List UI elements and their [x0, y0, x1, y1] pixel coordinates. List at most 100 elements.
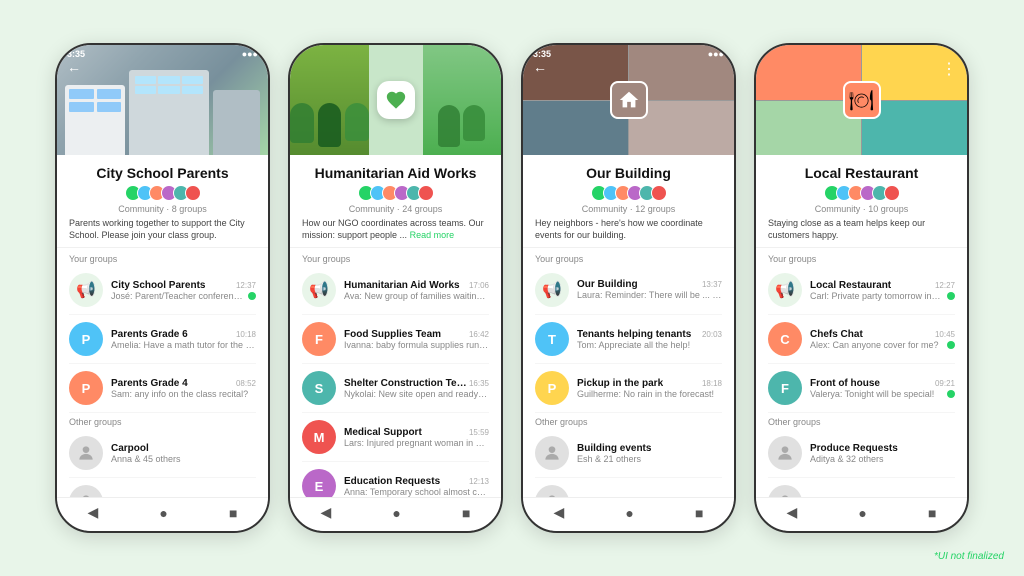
group-content: Parents Grade 408:52Sam: any info on the…	[111, 378, 256, 399]
group-preview: Sam: any info on the class recital?	[111, 389, 248, 399]
group-item[interactable]: SShelter Construction Team16:35Nykolai: …	[290, 366, 501, 410]
community-info: Our BuildingCommunity · 12 groupsHey nei…	[523, 155, 734, 248]
group-preview: Nykolai: New site open and ready for ...	[344, 389, 489, 399]
group-item[interactable]: 📢Humanitarian Aid Works17:06Ava: New gro…	[290, 268, 501, 312]
community-meta: Community · 10 groups	[768, 204, 955, 214]
group-time: 17:06	[469, 281, 489, 290]
group-name: Parents Grade 4	[111, 378, 188, 389]
nav-button[interactable]: ■	[928, 505, 936, 521]
disclaimer-text: *UI not finalized	[934, 551, 1004, 562]
read-more-link[interactable]: Read more	[407, 230, 454, 240]
group-item[interactable]: Parents Grade 5	[57, 480, 268, 497]
nav-bar: ◀ ● ■	[756, 497, 967, 531]
more-button[interactable]: ⋮	[941, 59, 957, 79]
nav-bar: ◀ ● ■	[57, 497, 268, 531]
groups-section: Your groups📢City School Parents12:37José…	[57, 248, 268, 497]
unread-dot	[947, 292, 955, 300]
group-name: Building events	[577, 443, 651, 454]
group-content: Food Supplies Team16:42Ivanna: baby form…	[344, 329, 489, 350]
group-item[interactable]: FFood Supplies Team16:42Ivanna: baby for…	[290, 317, 501, 361]
header-image: 3:35●●●←	[57, 45, 268, 155]
phones-container: 3:35●●●←City School ParentsCommunity · 8…	[0, 23, 1024, 553]
group-preview: Amelia: Have a math tutor for the upco..…	[111, 340, 256, 350]
community-title: City School Parents	[69, 165, 256, 181]
group-preview: José: Parent/Teacher conferences ...	[111, 291, 244, 301]
group-name: Tenants helping tenants	[577, 329, 691, 340]
group-time: 20:03	[702, 330, 722, 339]
group-time: 16:35	[469, 379, 489, 388]
nav-button[interactable]: ◀	[787, 504, 798, 521]
group-item[interactable]: Produce RequestsAditya & 32 others	[756, 431, 967, 475]
group-item[interactable]: Dog owners	[523, 480, 734, 497]
unread-dot	[947, 341, 955, 349]
nav-bar: ◀ ● ■	[523, 497, 734, 531]
group-name: Front of house	[810, 378, 880, 389]
group-preview: Laura: Reminder: There will be ... 📌	[577, 290, 722, 301]
group-item[interactable]: 📢City School Parents12:37José: Parent/Te…	[57, 268, 268, 312]
phone-city-school: 3:35●●●←City School ParentsCommunity · 8…	[55, 43, 270, 533]
group-name: Produce Requests	[810, 443, 898, 454]
group-content: Chefs Chat10:45Alex: Can anyone cover fo…	[810, 329, 955, 350]
group-content: City School Parents12:37José: Parent/Tea…	[111, 280, 256, 301]
group-preview: Lars: Injured pregnant woman in need ...	[344, 438, 489, 448]
nav-button[interactable]: ●	[159, 505, 167, 521]
group-name: Parents Grade 6	[111, 329, 188, 340]
group-content: CarpoolAnna & 45 others	[111, 443, 256, 464]
nav-button[interactable]: ■	[229, 505, 237, 521]
group-item[interactable]: EEducation Requests12:13Anna: Temporary …	[290, 464, 501, 497]
group-time: 12:13	[469, 477, 489, 486]
header-image: 3:35●●●←	[523, 45, 734, 155]
group-content: Parents Grade 6 10:18Amelia: Have a math …	[111, 329, 256, 350]
nav-button[interactable]: ◀	[554, 504, 565, 521]
nav-button[interactable]: ■	[462, 505, 470, 521]
groups-section: Your groups📢Local Restaurant12:27Carl: P…	[756, 248, 967, 497]
nav-button[interactable]: ●	[858, 505, 866, 521]
group-item[interactable]: Building eventsEsh & 21 others	[523, 431, 734, 475]
group-item[interactable]: 📢Our Building13:37Laura: Reminder: There…	[523, 268, 734, 312]
group-preview: Aditya & 32 others	[810, 454, 884, 464]
group-preview: Esh & 21 others	[577, 454, 641, 464]
group-time: 16:42	[469, 330, 489, 339]
group-item[interactable]: CChefs Chat10:45Alex: Can anyone cover f…	[756, 317, 967, 361]
group-content: Our Building13:37Laura: Reminder: There …	[577, 279, 722, 301]
your-groups-label: Your groups	[756, 254, 967, 268]
community-description: Parents working together to support the …	[69, 218, 256, 241]
unread-dot	[248, 292, 256, 300]
community-description: How our NGO coordinates across teams. Ou…	[302, 218, 489, 241]
group-preview: Valerya: Tonight will be special!	[810, 389, 934, 399]
group-content: Building eventsEsh & 21 others	[577, 443, 722, 464]
other-groups-label: Other groups	[756, 417, 967, 431]
group-content: Local Restaurant12:27Carl: Private party…	[810, 280, 955, 301]
your-groups-label: Your groups	[290, 254, 501, 268]
nav-button[interactable]: ◀	[321, 504, 332, 521]
community-info: City School ParentsCommunity · 8 groupsP…	[57, 155, 268, 248]
nav-button[interactable]: ◀	[88, 504, 99, 521]
group-item[interactable]: TTenants helping tenants20:03Tom: Apprec…	[523, 317, 734, 361]
group-item[interactable]: PPickup in the park18:18Guilherme: No ra…	[523, 366, 734, 410]
nav-button[interactable]: ■	[695, 505, 703, 521]
group-preview: Alex: Can anyone cover for me?	[810, 340, 939, 350]
group-name: Chefs Chat	[810, 329, 863, 340]
group-preview: Ivanna: baby formula supplies running ..…	[344, 340, 489, 350]
phone-our-building: 3:35●●●←Our BuildingCommunity · 12 group…	[521, 43, 736, 533]
nav-button[interactable]: ●	[625, 505, 633, 521]
group-name: Humanitarian Aid Works	[344, 280, 460, 291]
group-item[interactable]: CarpoolAnna & 45 others	[57, 431, 268, 475]
back-button[interactable]: ←	[533, 59, 547, 75]
group-item[interactable]: PParents Grade 408:52Sam: any info on th…	[57, 366, 268, 410]
group-item[interactable]: Monthly Volunteering	[756, 480, 967, 497]
group-item[interactable]: MMedical Support15:59Lars: Injured pregn…	[290, 415, 501, 459]
group-content: Shelter Construction Team16:35Nykolai: N…	[344, 378, 489, 399]
nav-button[interactable]: ●	[392, 505, 400, 521]
community-title: Humanitarian Aid Works	[302, 165, 489, 181]
group-item[interactable]: 📢Local Restaurant12:27Carl: Private part…	[756, 268, 967, 312]
group-content: Pickup in the park18:18Guilherme: No rai…	[577, 378, 722, 399]
group-time: 10:18	[236, 330, 256, 339]
group-item[interactable]: PParents Grade 610:18Amelia: Have a math…	[57, 317, 268, 361]
group-time: 13:37	[702, 280, 722, 289]
header-image: 🍽⋮	[756, 45, 967, 155]
your-groups-label: Your groups	[57, 254, 268, 268]
group-item[interactable]: FFront of house09:21Valerya: Tonight wil…	[756, 366, 967, 410]
group-preview: Ava: New group of families waiting ...	[344, 291, 489, 301]
back-button[interactable]: ←	[67, 59, 81, 75]
